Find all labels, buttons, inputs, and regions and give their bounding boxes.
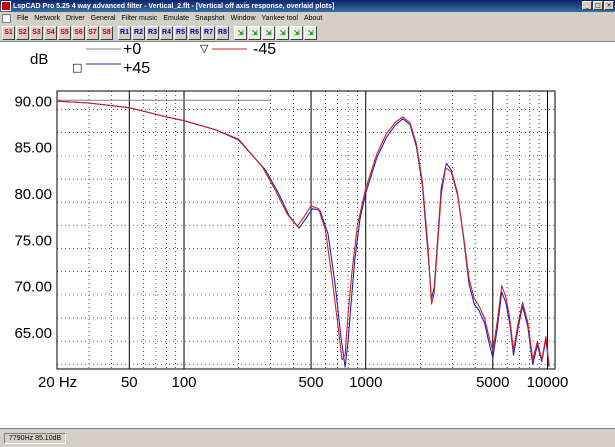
- chart-tool-1-icon[interactable]: ⇲: [234, 25, 247, 40]
- x-tick-label: 20 Hz: [38, 374, 77, 391]
- close-button[interactable]: ×: [604, 1, 614, 10]
- axis-ticks: 90.00 85.00 80.00 75.00 70.00 65.00 20 Hz 50 100…: [14, 93, 568, 391]
- frequency-response-chart[interactable]: dB +0 -45 ▽ +45 □ 90.00 85.00 80.00 75.00 70.00 6…: [0, 43, 615, 428]
- s2-button[interactable]: S2: [16, 25, 29, 40]
- menu-yankee-tool[interactable]: Yankee tool: [259, 15, 301, 22]
- window-title: LspCAD Pro 5.25 4 way advanced filter - …: [13, 2, 335, 10]
- toolbar: S1 S2 S3 S4 S5 S6 S7 S8 R1 R2 R3 R4 R5 R…: [0, 24, 615, 42]
- r8-button[interactable]: R8: [216, 25, 229, 40]
- cursor-readout: 7790Hz 85.10dB: [4, 432, 67, 444]
- window-controls: _ □ ×: [582, 1, 614, 10]
- x-tick-label: 100: [172, 374, 197, 391]
- legend-label: +45: [123, 60, 150, 77]
- x-tick-label: 1000: [349, 374, 382, 391]
- menu-snapshot[interactable]: Snapshot: [192, 15, 228, 22]
- s7-button[interactable]: S7: [86, 25, 99, 40]
- status-bar: 7790Hz 85.10dB: [0, 428, 615, 447]
- s8-button[interactable]: S8: [100, 25, 113, 40]
- chart-legend: +0 -45 ▽ +45 □: [72, 43, 276, 77]
- chart-grid: [56, 90, 556, 370]
- r4-button[interactable]: R4: [160, 25, 173, 40]
- y-axis-label: dB: [30, 51, 48, 68]
- menu-bar: File Network Driver General Filter music…: [0, 12, 615, 24]
- series-line-minus-45: [56, 100, 550, 365]
- maximize-button[interactable]: □: [593, 1, 603, 10]
- menu-about[interactable]: About: [301, 15, 325, 22]
- y-tick-label: 70.00: [14, 279, 52, 296]
- s3-button[interactable]: S3: [30, 25, 43, 40]
- chart-tool-4-icon[interactable]: ⇲: [276, 25, 289, 40]
- s6-button[interactable]: S6: [72, 25, 85, 40]
- minimize-button[interactable]: _: [582, 1, 592, 10]
- r6-button[interactable]: R6: [188, 25, 201, 40]
- x-tick-label: 5000: [476, 374, 509, 391]
- r3-button[interactable]: R3: [146, 25, 159, 40]
- chart-tool-6-icon[interactable]: ⇲: [304, 25, 317, 40]
- x-tick-label: 500: [299, 374, 324, 391]
- x-tick-label: 10000: [527, 374, 569, 391]
- menu-filter-music[interactable]: Filter music: [119, 15, 161, 22]
- r2-button[interactable]: R2: [132, 25, 145, 40]
- s1-button[interactable]: S1: [2, 25, 15, 40]
- y-tick-label: 85.00: [14, 140, 52, 157]
- menu-emulate[interactable]: Emulate: [160, 15, 192, 22]
- chart-tool-5-icon[interactable]: ⇲: [290, 25, 303, 40]
- menu-file[interactable]: File: [14, 15, 31, 22]
- y-tick-label: 65.00: [14, 325, 52, 342]
- s5-button[interactable]: S5: [58, 25, 71, 40]
- menu-driver[interactable]: Driver: [63, 15, 88, 22]
- y-tick-label: 80.00: [14, 186, 52, 203]
- chart-area[interactable]: dB +0 -45 ▽ +45 □ 90.00 85.00 80.00 75.00 70.00 6…: [0, 43, 615, 428]
- document-icon[interactable]: [2, 13, 11, 23]
- app-icon[interactable]: [1, 1, 11, 11]
- menu-network[interactable]: Network: [31, 15, 63, 22]
- legend-label: -45: [253, 43, 276, 58]
- title-bar: LspCAD Pro 5.25 4 way advanced filter - …: [0, 0, 615, 12]
- menu-general[interactable]: General: [88, 15, 119, 22]
- menu-window[interactable]: Window: [228, 15, 259, 22]
- legend-marker: ▽: [200, 43, 209, 55]
- r1-button[interactable]: R1: [118, 25, 131, 40]
- chart-tool-2-icon[interactable]: ⇲: [248, 25, 261, 40]
- legend-label: +0: [123, 43, 141, 58]
- y-tick-label: 90.00: [14, 93, 52, 110]
- r7-button[interactable]: R7: [202, 25, 215, 40]
- x-tick-label: 50: [121, 374, 138, 391]
- s4-button[interactable]: S4: [44, 25, 57, 40]
- chart-tool-3-icon[interactable]: ⇲: [262, 25, 275, 40]
- r5-button[interactable]: R5: [174, 25, 187, 40]
- legend-marker: □: [72, 61, 82, 74]
- y-tick-label: 75.00: [14, 232, 52, 249]
